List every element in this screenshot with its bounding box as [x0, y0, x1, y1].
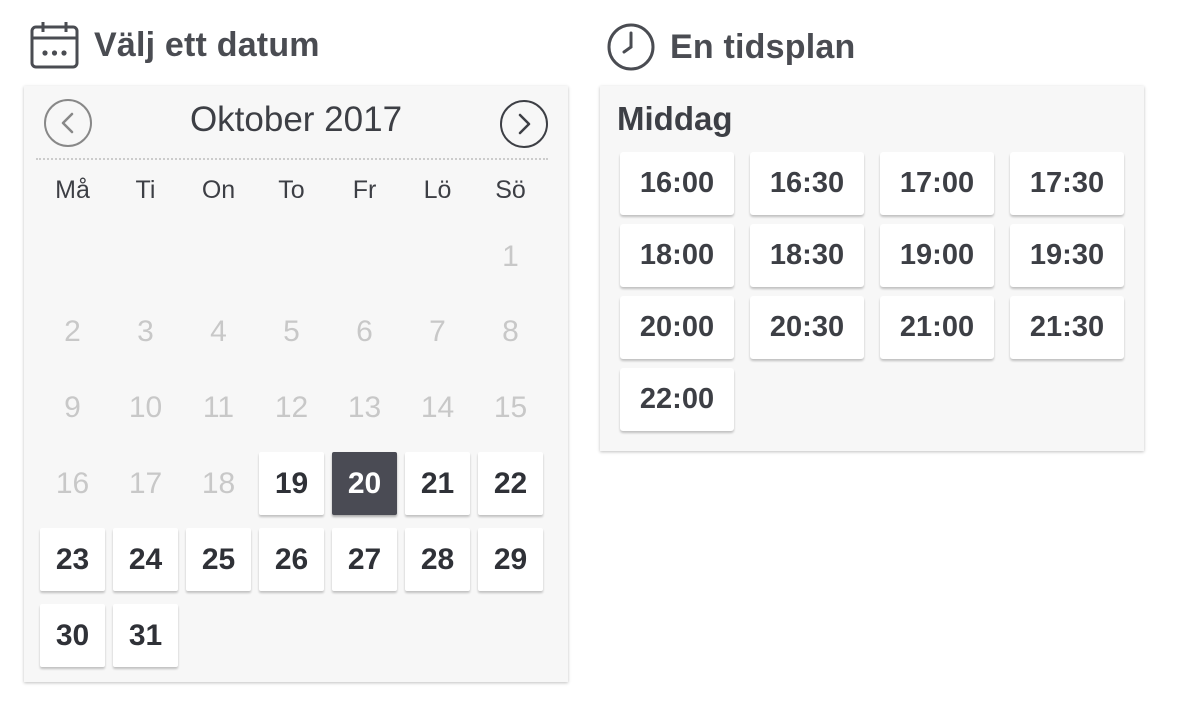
calendar-day-disabled: 6	[356, 314, 373, 348]
timeslot-button[interactable]: 22:00	[620, 368, 734, 431]
calendar-day[interactable]: 22	[478, 452, 543, 515]
calendar-day-disabled: 5	[283, 314, 300, 348]
timeslot-button[interactable]: 20:00	[620, 296, 734, 359]
clock-icon	[606, 22, 656, 72]
timeslot-button[interactable]: 21:00	[880, 296, 994, 359]
timeslot-button[interactable]: 16:00	[620, 152, 734, 215]
timeslot-button[interactable]: 19:30	[1010, 224, 1124, 287]
calendar-day-disabled: 3	[137, 314, 154, 348]
calendar-day-grid: 1 2 3 4 5 6 7 8 9 10 11 12 13 14 15 16 17 18 19 20 21 22 23 24 2…	[24, 86, 568, 682]
timeslot-button[interactable]: 18:00	[620, 224, 734, 287]
time-section-header: En tidsplan	[606, 22, 855, 72]
calendar-day-disabled: 7	[429, 314, 446, 348]
calendar-day-disabled: 4	[210, 314, 227, 348]
calendar-day-disabled: 16	[55, 466, 90, 500]
timeslot-button[interactable]: 17:30	[1010, 152, 1124, 215]
calendar-day[interactable]: 23	[40, 528, 105, 591]
calendar-day-disabled: 14	[420, 390, 455, 424]
timeslot-button[interactable]: 21:30	[1010, 296, 1124, 359]
calendar-day-disabled: 10	[128, 390, 163, 424]
calendar-day[interactable]: 28	[405, 528, 470, 591]
timeslot-button[interactable]: 20:30	[750, 296, 864, 359]
date-section-header: Välj ett datum	[30, 20, 320, 70]
timeslot-panel: Middag 16:00 16:30 17:00 17:30 18:00 18:30 19:…	[600, 86, 1144, 451]
timeslot-button[interactable]: 16:30	[750, 152, 864, 215]
calendar-day-disabled: 18	[201, 466, 236, 500]
calendar-day[interactable]: 25	[186, 528, 251, 591]
calendar-day[interactable]: 24	[113, 528, 178, 591]
calendar-day[interactable]: 27	[332, 528, 397, 591]
time-section-title: En tidsplan	[670, 27, 856, 66]
calendar-day[interactable]: 26	[259, 528, 324, 591]
calendar-day[interactable]: 31	[113, 604, 178, 667]
date-section-title: Välj ett datum	[94, 25, 320, 64]
calendar-day-disabled: 12	[274, 390, 309, 424]
calendar-day[interactable]: 29	[478, 528, 543, 591]
calendar-day-disabled: 11	[202, 390, 235, 424]
calendar-day-disabled: 13	[347, 390, 382, 424]
timeslot-group-label: Middag	[617, 100, 733, 137]
timeslot-button[interactable]: 18:30	[750, 224, 864, 287]
calendar-day-disabled: 2	[64, 314, 81, 348]
calendar-day-disabled: 15	[493, 390, 528, 424]
calendar-day-disabled: 17	[128, 466, 163, 500]
calendar-panel: Oktober 2017 Må Ti On To Fr Lö Sö 123456…	[24, 86, 568, 682]
calendar-day-disabled: 8	[502, 314, 519, 348]
timeslot-button[interactable]: 19:00	[880, 224, 994, 287]
calendar-day[interactable]: 30	[40, 604, 105, 667]
calendar-day[interactable]: 19	[259, 452, 324, 515]
calendar-day[interactable]: 21	[405, 452, 470, 515]
timeslot-button[interactable]: 17:00	[880, 152, 994, 215]
calendar-icon	[30, 20, 80, 70]
calendar-day-disabled: 9	[64, 390, 81, 424]
calendar-day-disabled: 1	[502, 239, 519, 273]
calendar-day-selected[interactable]: 20	[332, 452, 397, 515]
